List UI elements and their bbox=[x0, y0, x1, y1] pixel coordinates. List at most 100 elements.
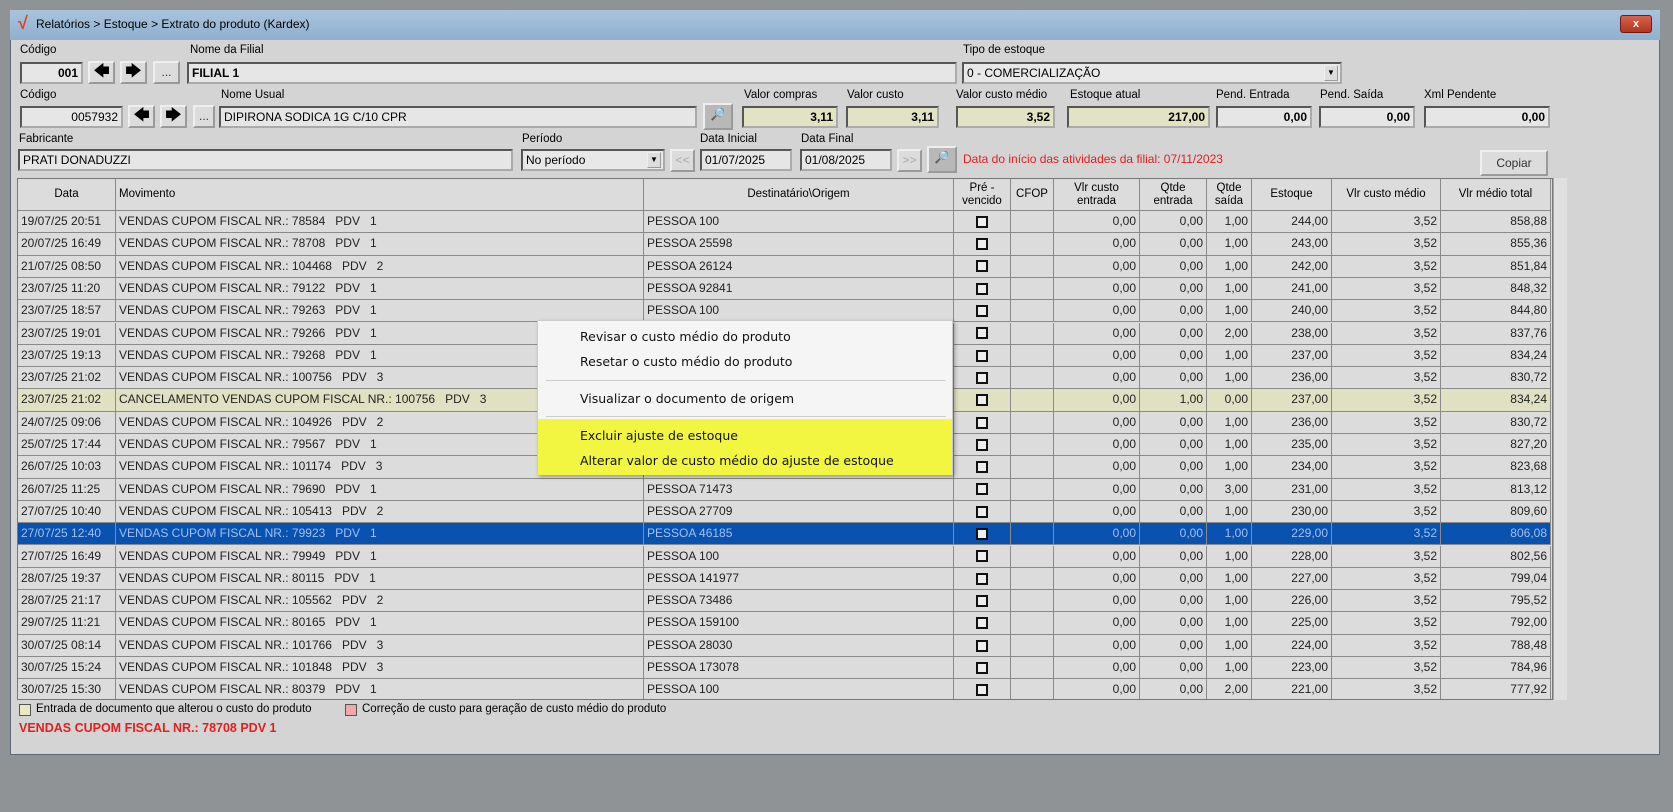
pre-vencido-checkbox[interactable] bbox=[976, 617, 988, 630]
table-row[interactable]: 27/07/25 12:40 VENDAS CUPOM FISCAL NR.: 7… bbox=[18, 523, 1552, 546]
table-row[interactable]: 30/07/25 08:14 VENDAS CUPOM FISCAL NR.: 1… bbox=[18, 634, 1552, 657]
cell-qtde-entrada: 0,00 bbox=[1140, 344, 1207, 368]
pre-vencido-checkbox[interactable] bbox=[976, 416, 988, 429]
table-row[interactable]: 26/07/25 11:25 VENDAS CUPOM FISCAL NR.: 7… bbox=[18, 478, 1552, 501]
menu-item-resetar-custo[interactable]: Resetar o custo médio do produto bbox=[538, 349, 952, 374]
nome-usual-input[interactable]: DIPIRONA SODICA 1G C/10 CPR bbox=[219, 106, 697, 128]
cell-vlr-custo-entrada: 0,00 bbox=[1054, 389, 1140, 412]
periodo-prev-button[interactable]: << bbox=[670, 149, 695, 172]
column-header-movimento[interactable]: Movimento bbox=[116, 179, 644, 211]
table-row[interactable]: 29/07/25 11:21 VENDAS CUPOM FISCAL NR.: 8… bbox=[18, 612, 1552, 635]
column-header-pre-vencido[interactable]: Pré - vencido bbox=[954, 179, 1011, 211]
table-row[interactable]: 21/07/25 08:50 VENDAS CUPOM FISCAL NR.: 1… bbox=[18, 255, 1552, 278]
column-header-qtde-entrada[interactable]: Qtde entrada bbox=[1140, 179, 1207, 211]
cell-qtde-saida: 1,00 bbox=[1207, 500, 1252, 524]
pre-vencido-checkbox[interactable] bbox=[976, 550, 988, 563]
produto-next-button[interactable]: 🡆 bbox=[160, 105, 187, 128]
column-header-qtde-saida[interactable]: Qtde saída bbox=[1207, 179, 1252, 211]
fabricante-input[interactable]: PRATI DONADUZZI bbox=[18, 149, 513, 171]
produto-codigo-input[interactable]: 0057932 bbox=[20, 106, 123, 128]
cell-destinatario: PESSOA 26124 bbox=[644, 255, 954, 278]
filial-prev-button[interactable]: 🡄 bbox=[88, 61, 115, 84]
filial-codigo-input[interactable]: 001 bbox=[20, 62, 83, 84]
pre-vencido-checkbox[interactable] bbox=[976, 215, 988, 228]
pre-vencido-checkbox[interactable] bbox=[976, 528, 988, 541]
table-row[interactable]: 27/07/25 16:49 VENDAS CUPOM FISCAL NR.: 7… bbox=[18, 545, 1552, 568]
column-header-destinatario[interactable]: Destinatário\Origem bbox=[644, 179, 954, 211]
menu-item-excluir-ajuste[interactable]: Excluir ajuste de estoque bbox=[538, 423, 952, 448]
pre-vencido-checkbox[interactable] bbox=[976, 305, 988, 318]
column-header-vlr-medio-total[interactable]: Vlr médio total bbox=[1441, 179, 1551, 211]
cell-vlr-medio-total: 795,52 bbox=[1441, 590, 1551, 613]
cell-pre-vencido bbox=[954, 679, 1011, 699]
pre-vencido-checkbox[interactable] bbox=[976, 572, 988, 585]
tipo-estoque-select[interactable]: 0 - COMERCIALIZAÇÃO ▼ bbox=[962, 62, 1342, 84]
data-final-input[interactable]: 01/08/2025 bbox=[800, 149, 892, 171]
column-header-estoque[interactable]: Estoque bbox=[1252, 179, 1332, 211]
table-row[interactable]: 20/07/25 16:49 VENDAS CUPOM FISCAL NR.: 7… bbox=[18, 233, 1552, 256]
table-row[interactable]: 30/07/25 15:30 VENDAS CUPOM FISCAL NR.: 8… bbox=[18, 679, 1552, 699]
filial-next-button[interactable]: 🡆 bbox=[120, 61, 147, 84]
pre-vencido-checkbox[interactable] bbox=[976, 260, 988, 273]
cell-vlr-custo-medio: 3,52 bbox=[1332, 233, 1441, 256]
cell-estoque: 223,00 bbox=[1252, 657, 1332, 680]
pre-vencido-checkbox[interactable] bbox=[976, 327, 988, 340]
data-inicial-input[interactable]: 01/07/2025 bbox=[700, 149, 792, 171]
cell-vlr-custo-entrada: 0,00 bbox=[1054, 322, 1140, 345]
menu-item-revisar-custo[interactable]: Revisar o custo médio do produto bbox=[538, 324, 952, 349]
pre-vencido-checkbox[interactable] bbox=[976, 438, 988, 451]
pre-vencido-checkbox[interactable] bbox=[976, 371, 988, 384]
cell-estoque: 226,00 bbox=[1252, 590, 1332, 613]
pre-vencido-checkbox[interactable] bbox=[976, 394, 988, 407]
cell-cfop bbox=[1011, 255, 1054, 278]
table-row[interactable]: 23/07/25 11:20 VENDAS CUPOM FISCAL NR.: 7… bbox=[18, 277, 1552, 301]
pre-vencido-checkbox[interactable] bbox=[976, 282, 988, 295]
arrow-left-icon: 🡄 bbox=[93, 63, 110, 80]
table-row[interactable]: 27/07/25 10:40 VENDAS CUPOM FISCAL NR.: 1… bbox=[18, 500, 1552, 524]
pre-vencido-checkbox[interactable] bbox=[976, 238, 988, 251]
periodo-next-button[interactable]: >> bbox=[897, 149, 922, 172]
column-header-cfop[interactable]: CFOP bbox=[1011, 179, 1054, 211]
pre-vencido-checkbox[interactable] bbox=[976, 661, 988, 674]
produto-prev-button[interactable]: 🡄 bbox=[128, 105, 155, 128]
cell-movimento: VENDAS CUPOM FISCAL NR.: 101766 PDV 3 bbox=[116, 634, 644, 657]
pre-vencido-checkbox[interactable] bbox=[976, 684, 988, 697]
cell-data: 26/07/25 10:03 bbox=[18, 456, 116, 479]
column-header-data[interactable]: Data bbox=[18, 179, 116, 211]
cell-destinatario: PESSOA 27709 bbox=[644, 500, 954, 524]
filial-lookup-button[interactable]: ... bbox=[153, 61, 180, 84]
pre-vencido-checkbox[interactable] bbox=[976, 483, 988, 496]
cell-vlr-custo-entrada: 0,00 bbox=[1054, 255, 1140, 278]
cell-vlr-custo-medio: 3,52 bbox=[1332, 500, 1441, 524]
table-row[interactable]: 28/07/25 19:37 VENDAS CUPOM FISCAL NR.: 8… bbox=[18, 567, 1552, 591]
cell-data: 23/07/25 21:02 bbox=[18, 389, 116, 412]
produto-search-button[interactable]: 🔎 bbox=[703, 103, 733, 130]
cell-cfop bbox=[1011, 277, 1054, 301]
vertical-scrollbar[interactable] bbox=[1553, 178, 1567, 700]
table-row[interactable]: 19/07/25 20:51 VENDAS CUPOM FISCAL NR.: 7… bbox=[18, 211, 1552, 234]
pre-vencido-checkbox[interactable] bbox=[976, 639, 988, 652]
periodo-select[interactable]: No período ▼ bbox=[521, 149, 665, 171]
pesquisar-button[interactable]: 🔎 bbox=[927, 146, 957, 173]
menu-item-visualizar-documento[interactable]: Visualizar o documento de origem bbox=[538, 386, 952, 411]
chevron-down-icon[interactable]: ▼ bbox=[647, 152, 661, 168]
pre-vencido-checkbox[interactable] bbox=[976, 594, 988, 607]
pre-vencido-checkbox[interactable] bbox=[976, 461, 988, 474]
pre-vencido-checkbox[interactable] bbox=[976, 349, 988, 362]
menu-item-alterar-custo-ajuste[interactable]: Alterar valor de custo médio do ajuste d… bbox=[538, 448, 952, 473]
produto-lookup-button[interactable]: ... bbox=[193, 105, 215, 128]
cell-destinatario: PESSOA 71473 bbox=[644, 478, 954, 501]
pend-entrada-value: 0,00 bbox=[1216, 106, 1312, 128]
copiar-button[interactable]: Copiar bbox=[1480, 150, 1548, 176]
table-row[interactable]: 28/07/25 21:17 VENDAS CUPOM FISCAL NR.: 1… bbox=[18, 590, 1552, 613]
table-row[interactable]: 30/07/25 15:24 VENDAS CUPOM FISCAL NR.: 1… bbox=[18, 657, 1552, 680]
cell-vlr-medio-total: 806,08 bbox=[1441, 523, 1551, 546]
pre-vencido-checkbox[interactable] bbox=[976, 505, 988, 518]
close-button[interactable]: x bbox=[1620, 15, 1652, 33]
chevron-down-icon[interactable]: ▼ bbox=[1324, 65, 1338, 81]
filial-nome-input[interactable]: FILIAL 1 bbox=[187, 62, 957, 84]
cell-pre-vencido bbox=[954, 590, 1011, 613]
cell-cfop bbox=[1011, 500, 1054, 524]
column-header-vlr-custo-medio[interactable]: Vlr custo médio bbox=[1332, 179, 1441, 211]
column-header-vlr-custo-entrada[interactable]: Vlr custo entrada bbox=[1054, 179, 1140, 211]
